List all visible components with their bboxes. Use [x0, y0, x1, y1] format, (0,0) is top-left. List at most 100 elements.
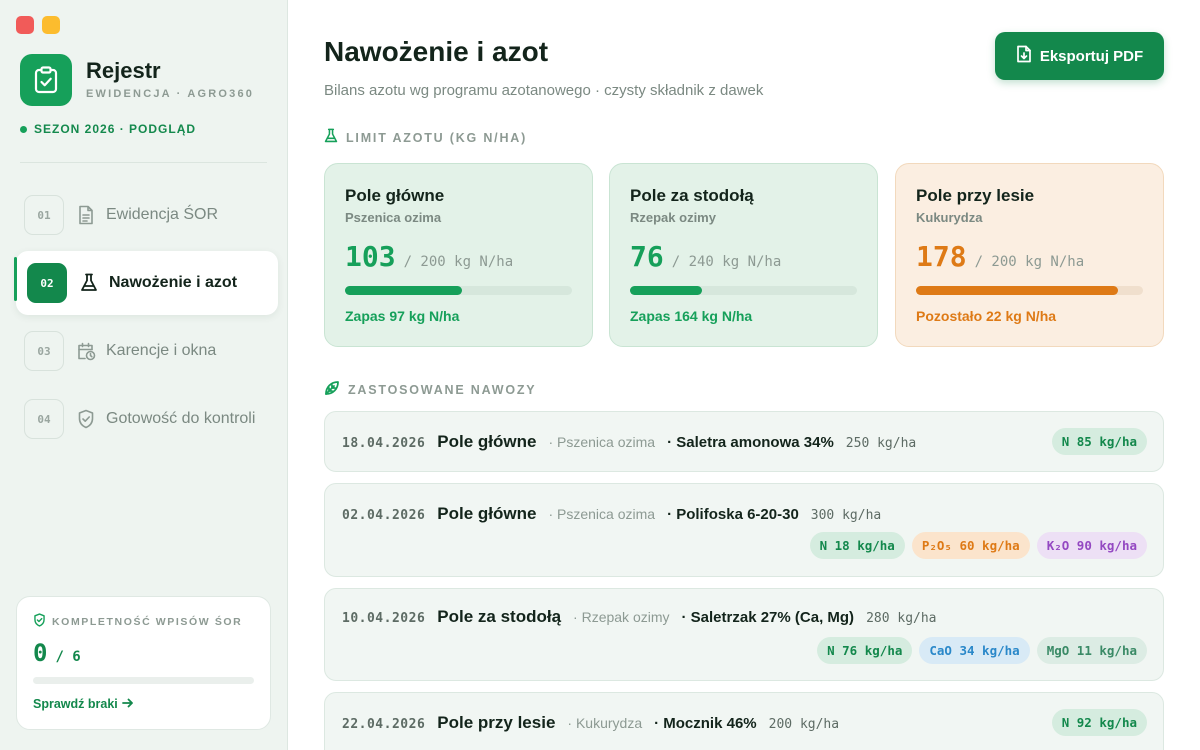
field-name: Pole przy lesie [916, 186, 1035, 205]
nitrogen-value: 178 / 200 kg N/ha [916, 240, 1084, 273]
nitrogen-progress-fill [630, 286, 702, 295]
clipboard-check-icon [20, 54, 72, 106]
nitrogen-limit-heading-label: LIMIT AZOTU (KG N/HA) [346, 130, 528, 145]
nav-item-karencje-i-okna[interactable]: 03 Karencje i okna [16, 319, 278, 383]
flask-icon [79, 273, 99, 293]
page-subtitle: Bilans azotu wg programu azotanowego · c… [324, 82, 764, 99]
nutrient-chips: N 18 kg/ha P₂O₅ 60 kg/ha K₂O 90 kg/ha [809, 532, 1147, 559]
applied-fertilizers-heading: ZASTOSOWANE NAWOZY [324, 380, 536, 399]
application-fertilizer: · Mocznik 46% [654, 715, 757, 732]
application-crop: · Pszenica ozima [548, 434, 656, 450]
leaf-icon [324, 380, 340, 399]
completeness-total: / 6 [55, 649, 81, 665]
season-indicator: SEZON 2026 · PODGLĄD [20, 122, 196, 136]
nutrient-chips: N 85 kg/ha [1051, 428, 1147, 455]
completeness-value: 0 / 6 [33, 639, 81, 667]
window-close-button[interactable] [16, 16, 34, 34]
export-pdf-button[interactable]: Eksportuj PDF [995, 32, 1164, 80]
nutrient-chip-n: N 85 kg/ha [1051, 428, 1147, 455]
nitrogen-progress-fill [345, 286, 462, 295]
completeness-card: KOMPLETNOŚĆ WPISÓW ŚOR 0 / 6 Sprawdź bra… [16, 596, 271, 730]
nutrient-chip-n: N 18 kg/ha [809, 532, 905, 559]
application-row[interactable]: 18.04.2026 Pole główne · Pszenica ozima … [324, 411, 1164, 472]
nitrogen-progress-bar [916, 286, 1143, 295]
nutrient-chip-mgo: MgO 11 kg/ha [1036, 637, 1147, 664]
application-row[interactable]: 22.04.2026 Pole przy lesie · Kukurydza ·… [324, 692, 1164, 750]
arrow-right-icon [121, 697, 134, 711]
nitrogen-limit: / 200 kg N/ha [974, 254, 1085, 270]
brand-name: Rejestr [86, 58, 161, 83]
flask-icon [324, 128, 338, 147]
window-minimize-button[interactable] [42, 16, 60, 34]
file-download-icon [1016, 45, 1032, 67]
nav-item-number: 03 [24, 331, 64, 371]
applied-fertilizers-heading-label: ZASTOSOWANE NAWOZY [348, 382, 537, 397]
application-details: 10.04.2026 Pole za stodołą · Rzepak ozim… [342, 607, 937, 627]
nav-item-label: Nawożenie i azot [109, 274, 238, 291]
nav-item-number: 01 [24, 195, 64, 235]
field-card-pole-glowne[interactable]: Pole główne Pszenica ozima 103 / 200 kg … [324, 163, 593, 347]
application-details: 22.04.2026 Pole przy lesie · Kukurydza ·… [342, 713, 839, 733]
nav-item-gotowosc-do-kontroli[interactable]: 04 Gotowość do kontroli [16, 387, 278, 451]
nitrogen-limit: / 200 kg N/ha [403, 254, 514, 270]
brand-subtitle: EWIDENCJA · AGRO360 [86, 88, 255, 100]
completeness-progress-bar [33, 677, 254, 684]
nav-item-ewidencja-sor[interactable]: 01 Ewidencja ŚOR [16, 183, 278, 247]
nitrogen-progress-bar [345, 286, 572, 295]
nutrient-chip-n: N 92 kg/ha [1051, 709, 1147, 736]
nav-item-number: 02 [27, 263, 67, 303]
application-rate: 280 kg/ha [866, 611, 937, 626]
field-name: Pole główne [345, 186, 445, 205]
application-date: 10.04.2026 [342, 611, 426, 626]
nav-item-label: Karencje i okna [106, 342, 217, 359]
application-field: Pole przy lesie [437, 713, 556, 732]
nav-item-number: 04 [24, 399, 64, 439]
divider [20, 162, 267, 163]
application-rate: 300 kg/ha [810, 508, 882, 523]
application-row[interactable]: 02.04.2026 Pole główne · Pszenica ozima … [324, 483, 1164, 577]
nutrient-chip-n: N 76 kg/ha [817, 637, 913, 664]
status-dot [20, 125, 27, 133]
completeness-heading: KOMPLETNOŚĆ WPISÓW ŚOR [33, 613, 242, 630]
season-label: SEZON 2026 · PODGLĄD [34, 122, 197, 136]
completeness-heading-label: KOMPLETNOŚĆ WPISÓW ŚOR [52, 615, 243, 628]
application-rate: 250 kg/ha [845, 436, 917, 451]
nav-item-label: Gotowość do kontroli [106, 410, 256, 427]
field-crop: Kukurydza [916, 210, 983, 225]
sidebar: Rejestr EWIDENCJA · AGRO360 SEZON 2026 ·… [0, 0, 288, 750]
application-field: Pole za stodołą [437, 607, 562, 626]
nav-item-nawozenie-i-azot[interactable]: 02 Nawożenie i azot [14, 251, 278, 315]
nitrogen-used: 76 [630, 240, 664, 273]
nutrient-chips: N 92 kg/ha [1051, 709, 1147, 736]
nav-item-label: Ewidencja ŚOR [106, 206, 219, 223]
nitrogen-value: 76 / 240 kg N/ha [630, 240, 781, 273]
shield-check-icon [76, 409, 96, 429]
application-rate: 200 kg/ha [768, 717, 840, 732]
nitrogen-used: 178 [916, 240, 967, 273]
application-crop: · Kukurydza [567, 715, 643, 731]
application-details: 02.04.2026 Pole główne · Pszenica ozima … [342, 504, 881, 524]
field-crop: Pszenica ozima [345, 210, 442, 225]
field-crop: Rzepak ozimy [630, 210, 716, 225]
nitrogen-limit-heading: LIMIT AZOTU (KG N/HA) [324, 128, 527, 147]
window-controls [16, 16, 60, 34]
field-name: Pole za stodołą [630, 186, 754, 205]
check-missing-link[interactable]: Sprawdź braki [33, 697, 134, 711]
nitrogen-remaining: Zapas 97 kg N/ha [345, 308, 460, 324]
application-crop: · Rzepak ozimy [573, 609, 670, 625]
nutrient-chips: N 76 kg/ha CaO 34 kg/ha MgO 11 kg/ha [817, 637, 1147, 664]
page-title: Nawożenie i azot [324, 36, 549, 67]
field-card-pole-przy-lesie[interactable]: Pole przy lesie Kukurydza 178 / 200 kg N… [895, 163, 1164, 347]
application-details: 18.04.2026 Pole główne · Pszenica ozima … [342, 432, 916, 452]
nutrient-chip-cao: CaO 34 kg/ha [919, 637, 1030, 664]
export-pdf-label: Eksportuj PDF [1039, 47, 1144, 65]
calendar-clock-icon [76, 341, 96, 361]
application-date: 02.04.2026 [342, 508, 426, 523]
nutrient-chip-k2o: K₂O 90 kg/ha [1036, 532, 1147, 559]
nitrogen-limit: / 240 kg N/ha [671, 254, 782, 270]
application-field: Pole główne [437, 432, 537, 451]
nitrogen-remaining: Pozostało 22 kg N/ha [916, 308, 1057, 324]
application-date: 18.04.2026 [342, 436, 426, 451]
field-card-pole-za-stodola[interactable]: Pole za stodołą Rzepak ozimy 76 / 240 kg… [609, 163, 878, 347]
application-row[interactable]: 10.04.2026 Pole za stodołą · Rzepak ozim… [324, 588, 1164, 681]
